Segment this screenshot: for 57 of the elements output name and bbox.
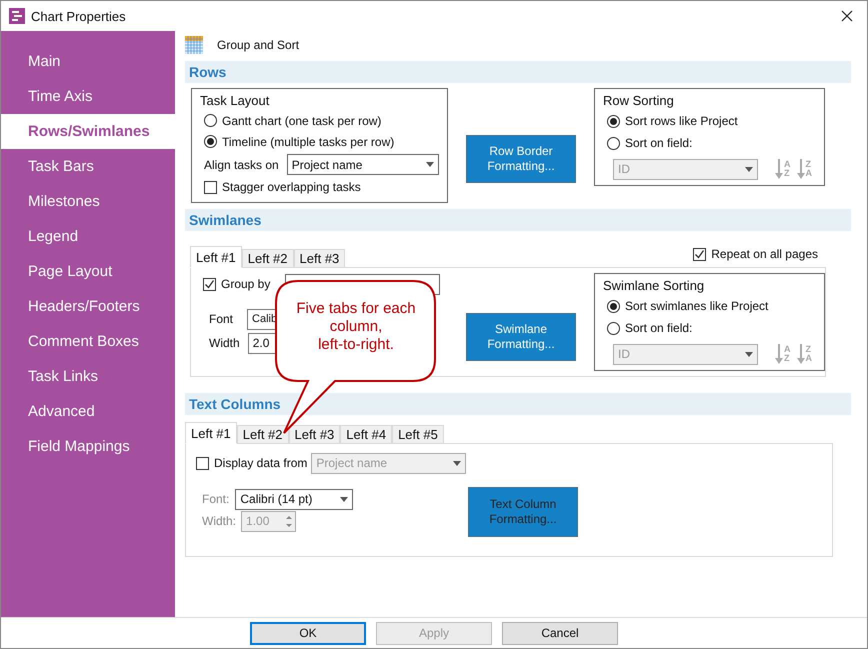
dialog-button[interactable]: Cancel xyxy=(502,622,618,644)
sidebar-item[interactable]: Task Bars xyxy=(1,149,175,184)
sidebar-item[interactable]: Advanced xyxy=(1,394,175,429)
dropdown-arrow-icon xyxy=(745,166,753,172)
dropdown-arrow-icon xyxy=(453,460,462,466)
window-title: Chart Properties xyxy=(31,8,127,24)
checkbox-label: Repeat on all pages xyxy=(711,247,818,261)
radio-label: Timeline (multiple tasks per row) xyxy=(222,134,394,149)
tab[interactable]: Left #2 xyxy=(242,249,294,268)
section-heading: Swimlanes xyxy=(185,209,851,231)
group-title: Swimlane Sorting xyxy=(603,278,706,293)
callout-text: Five tabs for each column, left-to-right. xyxy=(295,300,417,354)
sidebar-item[interactable]: Page Layout xyxy=(1,254,175,289)
page-header: Group and Sort xyxy=(217,38,300,52)
checkbox-label: Stagger overlapping tasks xyxy=(222,180,361,194)
section-heading: Text Columns xyxy=(185,393,851,415)
tab[interactable]: Left #1 xyxy=(190,246,242,268)
swimlane-formatting-button[interactable]: Swimlane Formatting... xyxy=(466,313,576,361)
font-label: Font xyxy=(209,312,234,326)
radio-label: Sort on field: xyxy=(625,136,692,150)
dropdown-arrow-icon xyxy=(340,496,348,502)
dropdown-arrow-icon xyxy=(745,352,753,356)
dialog-button[interactable]: OK xyxy=(250,622,366,644)
group-title: Task Layout xyxy=(200,93,270,108)
dropdown-arrow-icon xyxy=(426,162,434,168)
section-heading: Rows xyxy=(185,61,851,83)
width-label: Width: xyxy=(202,514,236,528)
sidebar-item[interactable]: Time Axis xyxy=(1,79,175,114)
radio-button[interactable] xyxy=(204,114,217,128)
checkbox[interactable] xyxy=(204,180,217,194)
radio-label: Sort swimlanes like Project xyxy=(625,299,768,313)
font-label: Font: xyxy=(202,492,230,506)
sidebar-item[interactable]: Comment Boxes xyxy=(1,324,175,359)
sidebar-item[interactable]: Headers/Footers xyxy=(1,289,175,324)
checkbox[interactable] xyxy=(693,248,706,260)
width-label: Width xyxy=(209,336,240,350)
tab[interactable]: Left #3 xyxy=(294,249,346,268)
grid-icon xyxy=(185,36,203,54)
close-icon[interactable] xyxy=(841,10,853,22)
radio-label: Sort rows like Project xyxy=(625,114,738,128)
sidebar-item[interactable]: Milestones xyxy=(1,184,175,219)
row-border-formatting-button[interactable]: Row Border Formatting... xyxy=(466,135,576,183)
sidebar-item[interactable]: Rows/Swimlanes xyxy=(1,114,175,149)
align-dropdown[interactable]: Project name xyxy=(286,154,439,176)
sidebar-item[interactable]: Main xyxy=(1,44,175,79)
app-icon xyxy=(9,8,25,24)
group-title: Row Sorting xyxy=(603,93,675,108)
checkbox-label: Display data from xyxy=(214,456,308,470)
radio-label: Sort on field: xyxy=(625,321,692,335)
checkbox[interactable] xyxy=(203,278,216,290)
checkbox-label: Group by xyxy=(221,277,270,291)
sidebar-item[interactable]: Task Links xyxy=(1,359,175,394)
align-label: Align tasks on xyxy=(204,158,279,172)
sidebar-item[interactable]: Legend xyxy=(1,219,175,254)
sidebar-item[interactable]: Field Mappings xyxy=(1,429,175,464)
radio-label: Gantt chart (one task per row) xyxy=(222,114,382,128)
radio-button[interactable] xyxy=(204,135,217,148)
